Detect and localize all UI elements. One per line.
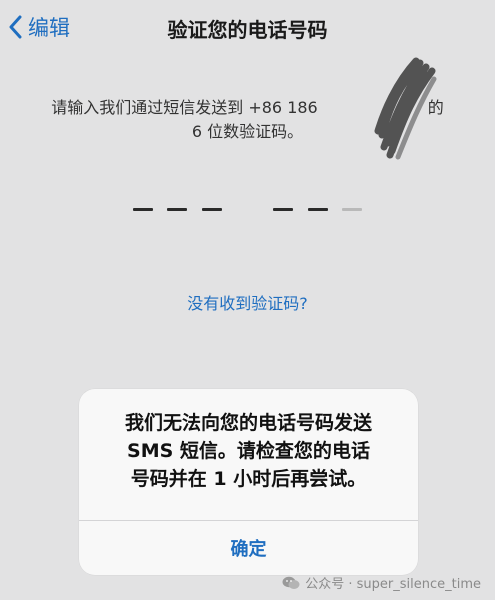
code-digit-5 [308,208,328,211]
page-title: 验证您的电话号码 [167,18,328,42]
code-digit-3 [202,208,222,211]
back-label: 编辑 [28,16,70,40]
alert-message-line-3: 号码并在 1 小时后再尝试。 [130,468,367,490]
code-digit-6 [342,208,362,211]
code-digit-4 [273,208,293,211]
redaction-scribble [374,57,437,160]
alert-message: 我们无法向您的电话号码发送 SMS 短信。请检查您的电话 号码并在 1 小时后再… [79,409,418,493]
ok-button[interactable]: 确定 [79,521,418,575]
alert-message-line-2: SMS 短信。请检查您的电话 [127,440,370,462]
code-digit-2 [167,208,187,211]
verification-code-input[interactable] [130,200,380,220]
alert-dialog: 我们无法向您的电话号码发送 SMS 短信。请检查您的电话 号码并在 1 小时后再… [79,389,418,575]
no-code-received-link[interactable]: 没有收到验证码? [0,290,495,314]
instruction-line-1-text: 请输入我们通过短信发送到 +86 186 [51,98,318,117]
back-button[interactable]: 编辑 [8,12,70,42]
wechat-icon [282,576,300,589]
alert-message-line-1: 我们无法向您的电话号码发送 [124,412,372,434]
navigation-bar: 编辑 验证您的电话号码 [0,0,495,56]
watermark: 公众号 · super_silence_time [282,573,481,592]
chevron-left-icon [9,15,22,39]
code-digit-1 [133,208,153,211]
watermark-text: 公众号 · super_silence_time [305,577,481,592]
